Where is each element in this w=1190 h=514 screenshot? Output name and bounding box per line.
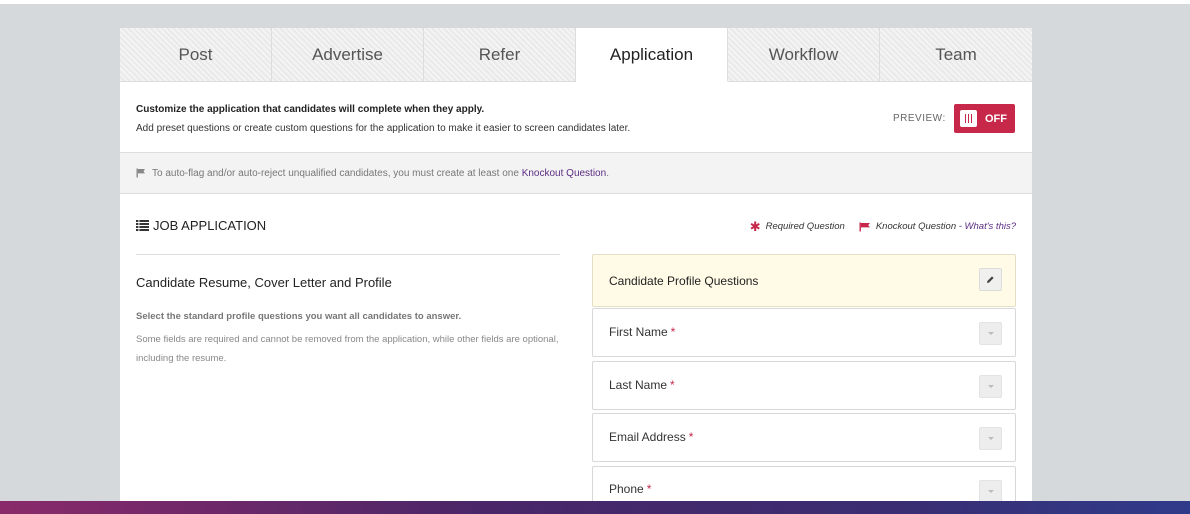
edit-button[interactable] [979,268,1002,291]
question-card-phone[interactable]: Phone * [592,466,1016,502]
knockout-notice: To auto-flag and/or auto-reject unqualif… [120,153,1032,194]
tab-team[interactable]: Team [880,28,1032,82]
caret-down-icon [987,490,994,493]
flag-icon [136,168,145,178]
tab-application[interactable]: Application [576,28,728,82]
intro-subtitle: Add preset questions or create custom qu… [136,123,631,134]
section-description: Some fields are required and cannot be r… [136,334,559,364]
question-label: Email Address * [609,430,694,444]
caret-down-icon [987,385,994,388]
question-legend: ✱ Required Question Knockout Question - … [749,219,1016,234]
required-marker: * [670,325,676,339]
top-edge [0,0,1190,4]
bottom-gradient-bar [0,501,1190,514]
intro-header: Customize the application that candidate… [120,82,1032,153]
preview-label: PREVIEW: [893,113,946,124]
section-divider [136,254,560,255]
expand-button[interactable] [979,322,1002,345]
legend-knockout: Knockout Question [875,221,957,232]
question-label: First Name * [609,325,676,339]
flag-icon [859,222,870,231]
intro-title: Customize the application that candidate… [136,104,485,115]
toggle-state: OFF [985,112,1007,125]
tab-workflow[interactable]: Workflow [728,28,880,82]
question-label: Last Name * [609,378,675,392]
preview-toggle[interactable]: OFF [954,104,1015,133]
expand-button[interactable] [979,480,1002,502]
required-marker: * [670,378,675,392]
question-card-email-address[interactable]: Email Address * [592,413,1016,462]
required-marker: * [688,430,694,444]
caret-down-icon [987,437,994,440]
job-application-label: JOB APPLICATION [153,218,267,233]
question-card-last-name[interactable]: Last Name * [592,361,1016,410]
notice-suffix: . [606,167,609,179]
question-card-first-name[interactable]: First Name * [592,308,1016,357]
section-title: Candidate Resume, Cover Letter and Profi… [136,275,392,290]
legend-required: Required Question [765,221,845,232]
tab-refer[interactable]: Refer [424,28,576,82]
list-icon [136,220,149,231]
pencil-icon [987,276,994,283]
tab-advertise[interactable]: Advertise [272,28,424,82]
asterisk-icon: ✱ [749,219,761,234]
tab-post[interactable]: Post [120,28,272,82]
job-editor-panel: Post Advertise Refer Application Workflo… [120,28,1032,502]
notice-text: To auto-flag and/or auto-reject unqualif… [152,167,519,179]
question-label: Phone * [609,482,652,496]
section-instruction: Select the standard profile questions yo… [136,311,462,322]
caret-down-icon [987,332,994,335]
tab-bar: Post Advertise Refer Application Workflo… [120,28,1032,82]
whats-this-link[interactable]: - What's this? [959,221,1016,232]
profile-questions-title: Candidate Profile Questions [609,274,759,288]
job-application-title: JOB APPLICATION [136,218,266,233]
expand-button[interactable] [979,375,1002,398]
expand-button[interactable] [979,427,1002,450]
required-marker: * [646,482,652,496]
grip-icon [960,110,977,127]
profile-questions-header: Candidate Profile Questions [592,254,1016,307]
knockout-question-link[interactable]: Knockout Question [522,168,607,179]
